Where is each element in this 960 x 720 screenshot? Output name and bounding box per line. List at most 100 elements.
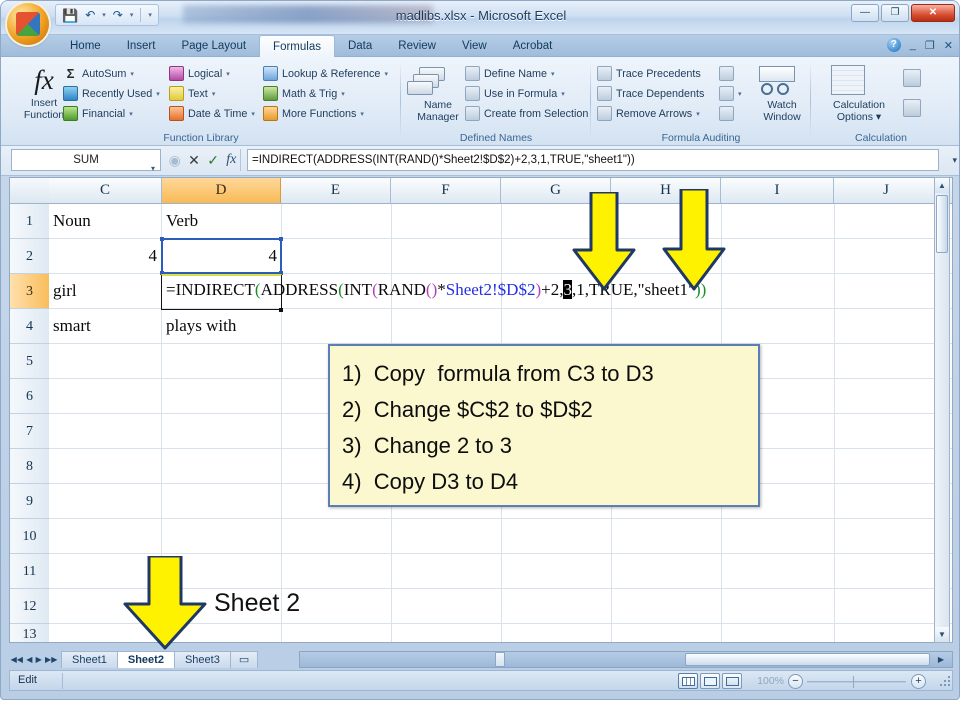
error-checking-button[interactable]: ▾ <box>719 86 742 101</box>
text-button[interactable]: Text ▾ <box>169 86 215 101</box>
previous-sheet-icon[interactable]: ◀ <box>26 655 32 664</box>
lookup-reference-caret-icon[interactable]: ▾ <box>384 70 388 78</box>
sheet-tab-sheet1[interactable]: Sheet1 <box>61 651 118 668</box>
sheet-tab-sheet3[interactable]: Sheet3 <box>173 651 231 668</box>
row-header-4[interactable]: 4 <box>10 309 49 344</box>
row-header-2[interactable]: 2 <box>10 239 49 274</box>
close-document-icon[interactable]: ✕ <box>944 39 953 52</box>
save-icon[interactable]: 💾 <box>62 9 78 22</box>
row-header-12[interactable]: 12 <box>10 589 49 624</box>
zoom-slider[interactable]: − + <box>788 673 938 690</box>
math-trig-caret-icon[interactable]: ▾ <box>341 90 345 98</box>
scroll-right-icon[interactable]: ▶ <box>934 653 948 666</box>
horizontal-scrollbar[interactable]: ▶ <box>299 651 953 668</box>
undo-caret-icon[interactable]: ▾ <box>102 11 106 19</box>
restore-document-icon[interactable]: ❐ <box>925 39 935 52</box>
autosum-caret-icon[interactable]: ▾ <box>130 70 134 78</box>
financial-button[interactable]: Financial ▾ <box>63 106 133 121</box>
cell-C3[interactable]: girl <box>49 274 161 308</box>
remove-arrows-caret-icon[interactable]: ▾ <box>696 110 700 118</box>
redo-caret-icon[interactable]: ▾ <box>130 11 134 19</box>
cell-D1[interactable]: Verb <box>162 204 281 238</box>
column-header-C[interactable]: C <box>49 178 162 203</box>
financial-caret-icon[interactable]: ▾ <box>129 110 133 118</box>
watch-window-button[interactable]: Watch Window <box>751 63 813 123</box>
date-time-button[interactable]: Date & Time ▾ <box>169 106 255 121</box>
math-trig-button[interactable]: Math & Trig ▾ <box>263 86 345 101</box>
date-time-caret-icon[interactable]: ▾ <box>251 110 255 118</box>
remove-arrows-button[interactable]: Remove Arrows ▾ <box>597 106 700 121</box>
calculate-sheet-button[interactable] <box>903 99 921 117</box>
zoom-out-button[interactable]: − <box>788 674 803 689</box>
formula-input[interactable]: =INDIRECT(ADDRESS(INT(RAND()*Sheet2!$D$2… <box>247 149 939 171</box>
name-manager-button[interactable]: Name Manager <box>407 63 469 123</box>
cell-C4[interactable]: smart <box>49 309 161 343</box>
calculate-now-button[interactable] <box>903 69 921 87</box>
normal-view-icon[interactable] <box>678 673 698 689</box>
tab-page-layout[interactable]: Page Layout <box>168 35 259 57</box>
trace-precedents-button[interactable]: Trace Precedents <box>597 66 701 81</box>
row-header-7[interactable]: 7 <box>10 414 49 449</box>
tab-formulas[interactable]: Formulas <box>259 35 335 57</box>
row-header-9[interactable]: 9 <box>10 484 49 519</box>
cell-C2[interactable]: 4 <box>49 239 161 273</box>
zoom-track[interactable] <box>807 681 906 683</box>
column-header-E[interactable]: E <box>281 178 391 203</box>
column-header-D[interactable]: D <box>162 178 281 203</box>
autosum-button[interactable]: Σ AutoSum ▾ <box>63 66 134 81</box>
show-formulas-button[interactable] <box>719 66 734 81</box>
function-dropdown-icon[interactable]: ◉ <box>169 152 181 169</box>
office-button[interactable] <box>7 3 49 45</box>
row-header-3[interactable]: 3 <box>10 274 49 309</box>
scroll-down-icon[interactable]: ▼ <box>935 627 949 642</box>
define-name-caret-icon[interactable]: ▾ <box>551 70 555 78</box>
logical-caret-icon[interactable]: ▾ <box>226 70 230 78</box>
last-sheet-icon[interactable]: ▶▶ <box>45 655 57 664</box>
minimize-button[interactable]: — <box>851 4 879 22</box>
define-name-button[interactable]: Define Name ▾ <box>465 66 555 81</box>
split-handle[interactable] <box>495 652 505 667</box>
vertical-scrollbar[interactable]: ▲ ▼ <box>934 177 950 643</box>
close-button[interactable]: ✕ <box>911 4 955 22</box>
column-header-F[interactable]: F <box>391 178 501 203</box>
horizontal-scroll-thumb[interactable] <box>685 653 930 666</box>
insert-function-icon[interactable]: fx <box>226 152 236 168</box>
text-caret-icon[interactable]: ▾ <box>212 90 216 98</box>
cell-C1[interactable]: Noun <box>49 204 161 238</box>
cell-D4[interactable]: plays with <box>162 309 302 343</box>
tab-acrobat[interactable]: Acrobat <box>500 35 566 57</box>
first-sheet-icon[interactable]: ◀◀ <box>11 655 23 664</box>
zoom-in-button[interactable]: + <box>911 674 926 689</box>
row-header-8[interactable]: 8 <box>10 449 49 484</box>
more-functions-button[interactable]: More Functions ▾ <box>263 106 364 121</box>
tab-home[interactable]: Home <box>57 35 114 57</box>
create-from-selection-button[interactable]: Create from Selection <box>465 106 588 121</box>
page-break-view-icon[interactable] <box>722 673 742 689</box>
redo-icon[interactable]: ↷ <box>113 9 123 21</box>
page-layout-view-icon[interactable] <box>700 673 720 689</box>
scroll-up-icon[interactable]: ▲ <box>935 178 949 193</box>
tab-review[interactable]: Review <box>385 35 449 57</box>
minimize-ribbon-icon[interactable]: _ <box>910 39 916 51</box>
logical-button[interactable]: Logical ▾ <box>169 66 230 81</box>
recently-used-caret-icon[interactable]: ▾ <box>156 90 160 98</box>
lookup-reference-button[interactable]: Lookup & Reference ▾ <box>263 66 388 81</box>
help-icon[interactable]: ? <box>886 38 901 52</box>
enter-icon[interactable]: ✓ <box>207 152 219 169</box>
row-header-5[interactable]: 5 <box>10 344 49 379</box>
trace-dependents-button[interactable]: Trace Dependents <box>597 86 704 101</box>
tab-view[interactable]: View <box>449 35 500 57</box>
row-header-10[interactable]: 10 <box>10 519 49 554</box>
column-header-I[interactable]: I <box>721 178 834 203</box>
next-sheet-icon[interactable]: ▶ <box>36 655 42 664</box>
expand-formula-bar-icon[interactable]: ▾ <box>952 155 957 166</box>
name-box[interactable]: SUM ▾ <box>11 149 161 173</box>
row-header-6[interactable]: 6 <box>10 379 49 414</box>
evaluate-formula-button[interactable] <box>719 106 734 121</box>
calculation-options-button[interactable]: Calculation Options ▾ <box>821 63 897 123</box>
tab-data[interactable]: Data <box>335 35 385 57</box>
undo-icon[interactable]: ↶ <box>85 9 95 21</box>
column-header-J[interactable]: J <box>834 178 939 203</box>
restore-button[interactable]: ❐ <box>881 4 909 22</box>
cancel-icon[interactable]: ✕ <box>188 152 200 169</box>
